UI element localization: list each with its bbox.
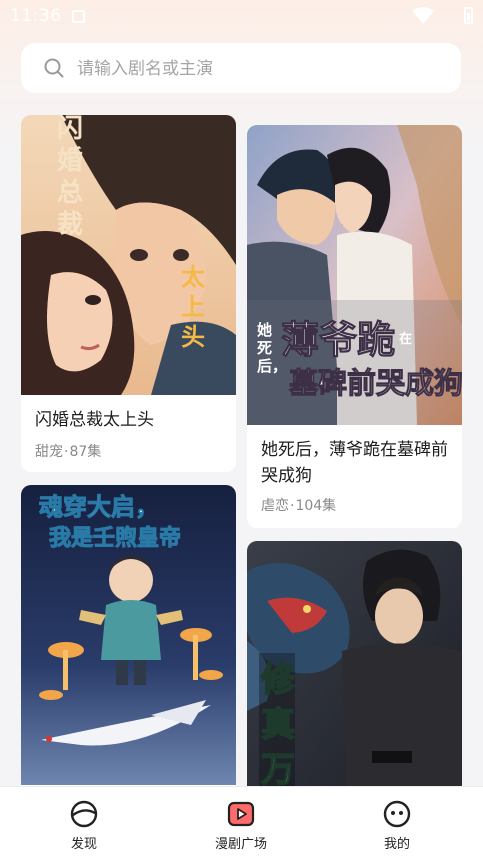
drama-episodes: 87集 (69, 444, 102, 460)
svg-text:修: 修 (260, 660, 296, 700)
battery-icon (464, 7, 473, 24)
drama-card[interactable]: 魂穿大启， 我是壬煦皇帝 (21, 485, 236, 795)
drama-meta: 甜宠·87集 (35, 441, 101, 461)
drama-cover-image: 修 真 万 (247, 541, 462, 801)
drama-cover-image: 她 死 后， 薄爷跪 在 墓碑前哭成狗 (247, 125, 462, 425)
svg-text:薄爷跪: 薄爷跪 (281, 317, 395, 362)
svg-text:在: 在 (399, 331, 412, 347)
svg-text:万: 万 (261, 750, 295, 790)
svg-text:婚: 婚 (57, 146, 83, 176)
svg-text:真: 真 (261, 705, 295, 745)
svg-text:她: 她 (257, 321, 272, 339)
drama-card[interactable]: 修 真 万 (247, 541, 462, 801)
svg-text:魂穿大启，: 魂穿大启， (39, 492, 159, 521)
svg-text:上: 上 (181, 292, 205, 321)
meta-separator: · (64, 444, 69, 460)
svg-text:总: 总 (57, 178, 83, 208)
search-icon (44, 58, 64, 78)
drama-title: 闪婚总裁太上头 (35, 410, 154, 430)
svg-text:太: 太 (181, 262, 206, 291)
bottom-navigation: 发现 漫剧广场 我的 (0, 786, 483, 858)
drama-card[interactable]: 她 死 后， 薄爷跪 在 墓碑前哭成狗 她死后，薄爷跪在墓碑前哭成狗 虐恋·10… (247, 125, 462, 528)
drama-genre: 虐恋 (261, 498, 289, 514)
svg-text:裁: 裁 (57, 210, 83, 240)
wifi-icon (412, 7, 434, 24)
svg-text:闪: 闪 (57, 115, 83, 144)
status-bar: 11:36 (0, 0, 483, 34)
drama-cover-image: 魂穿大启， 我是壬煦皇帝 (21, 485, 236, 785)
svg-text:头: 头 (181, 322, 205, 351)
drama-play-icon (227, 801, 255, 827)
status-time: 11:36 (10, 6, 62, 26)
drama-title: 她死后，薄爷跪在墓碑前哭成狗 (261, 440, 448, 486)
svg-text:墓碑前哭成狗: 墓碑前哭成狗 (288, 366, 462, 400)
nav-discover[interactable]: 发现 (24, 787, 144, 858)
notification-icon (72, 10, 85, 23)
drama-cover-image: 闪 婚 总 裁 太 上 头 (21, 115, 236, 395)
svg-text:死: 死 (257, 339, 272, 357)
drama-episodes: 104集 (295, 498, 337, 514)
search-bar[interactable] (21, 43, 461, 93)
meta-separator: · (290, 498, 295, 514)
svg-text:我是壬煦皇帝: 我是壬煦皇帝 (49, 525, 181, 551)
nav-discover-label: 发现 (70, 837, 97, 852)
search-input[interactable] (75, 53, 449, 85)
drama-meta: 虐恋·104集 (261, 495, 336, 515)
profile-face-icon (383, 800, 411, 828)
drama-card[interactable]: 闪 婚 总 裁 太 上 头 闪婚总裁太上头 甜宠·87集 (21, 115, 236, 472)
drama-genre: 甜宠 (35, 444, 63, 460)
app-screen: 11:36 请输入剧名或主演 闪 婚 总 裁 太 上 头 闪婚总裁太上头 甜宠·… (0, 0, 483, 858)
nav-drama-plaza[interactable]: 漫剧广场 (181, 787, 301, 858)
nav-profile-label: 我的 (383, 837, 410, 852)
nav-drama-plaza-label: 漫剧广场 (214, 837, 267, 852)
nav-profile[interactable]: 我的 (337, 787, 457, 858)
discover-icon (70, 800, 98, 828)
